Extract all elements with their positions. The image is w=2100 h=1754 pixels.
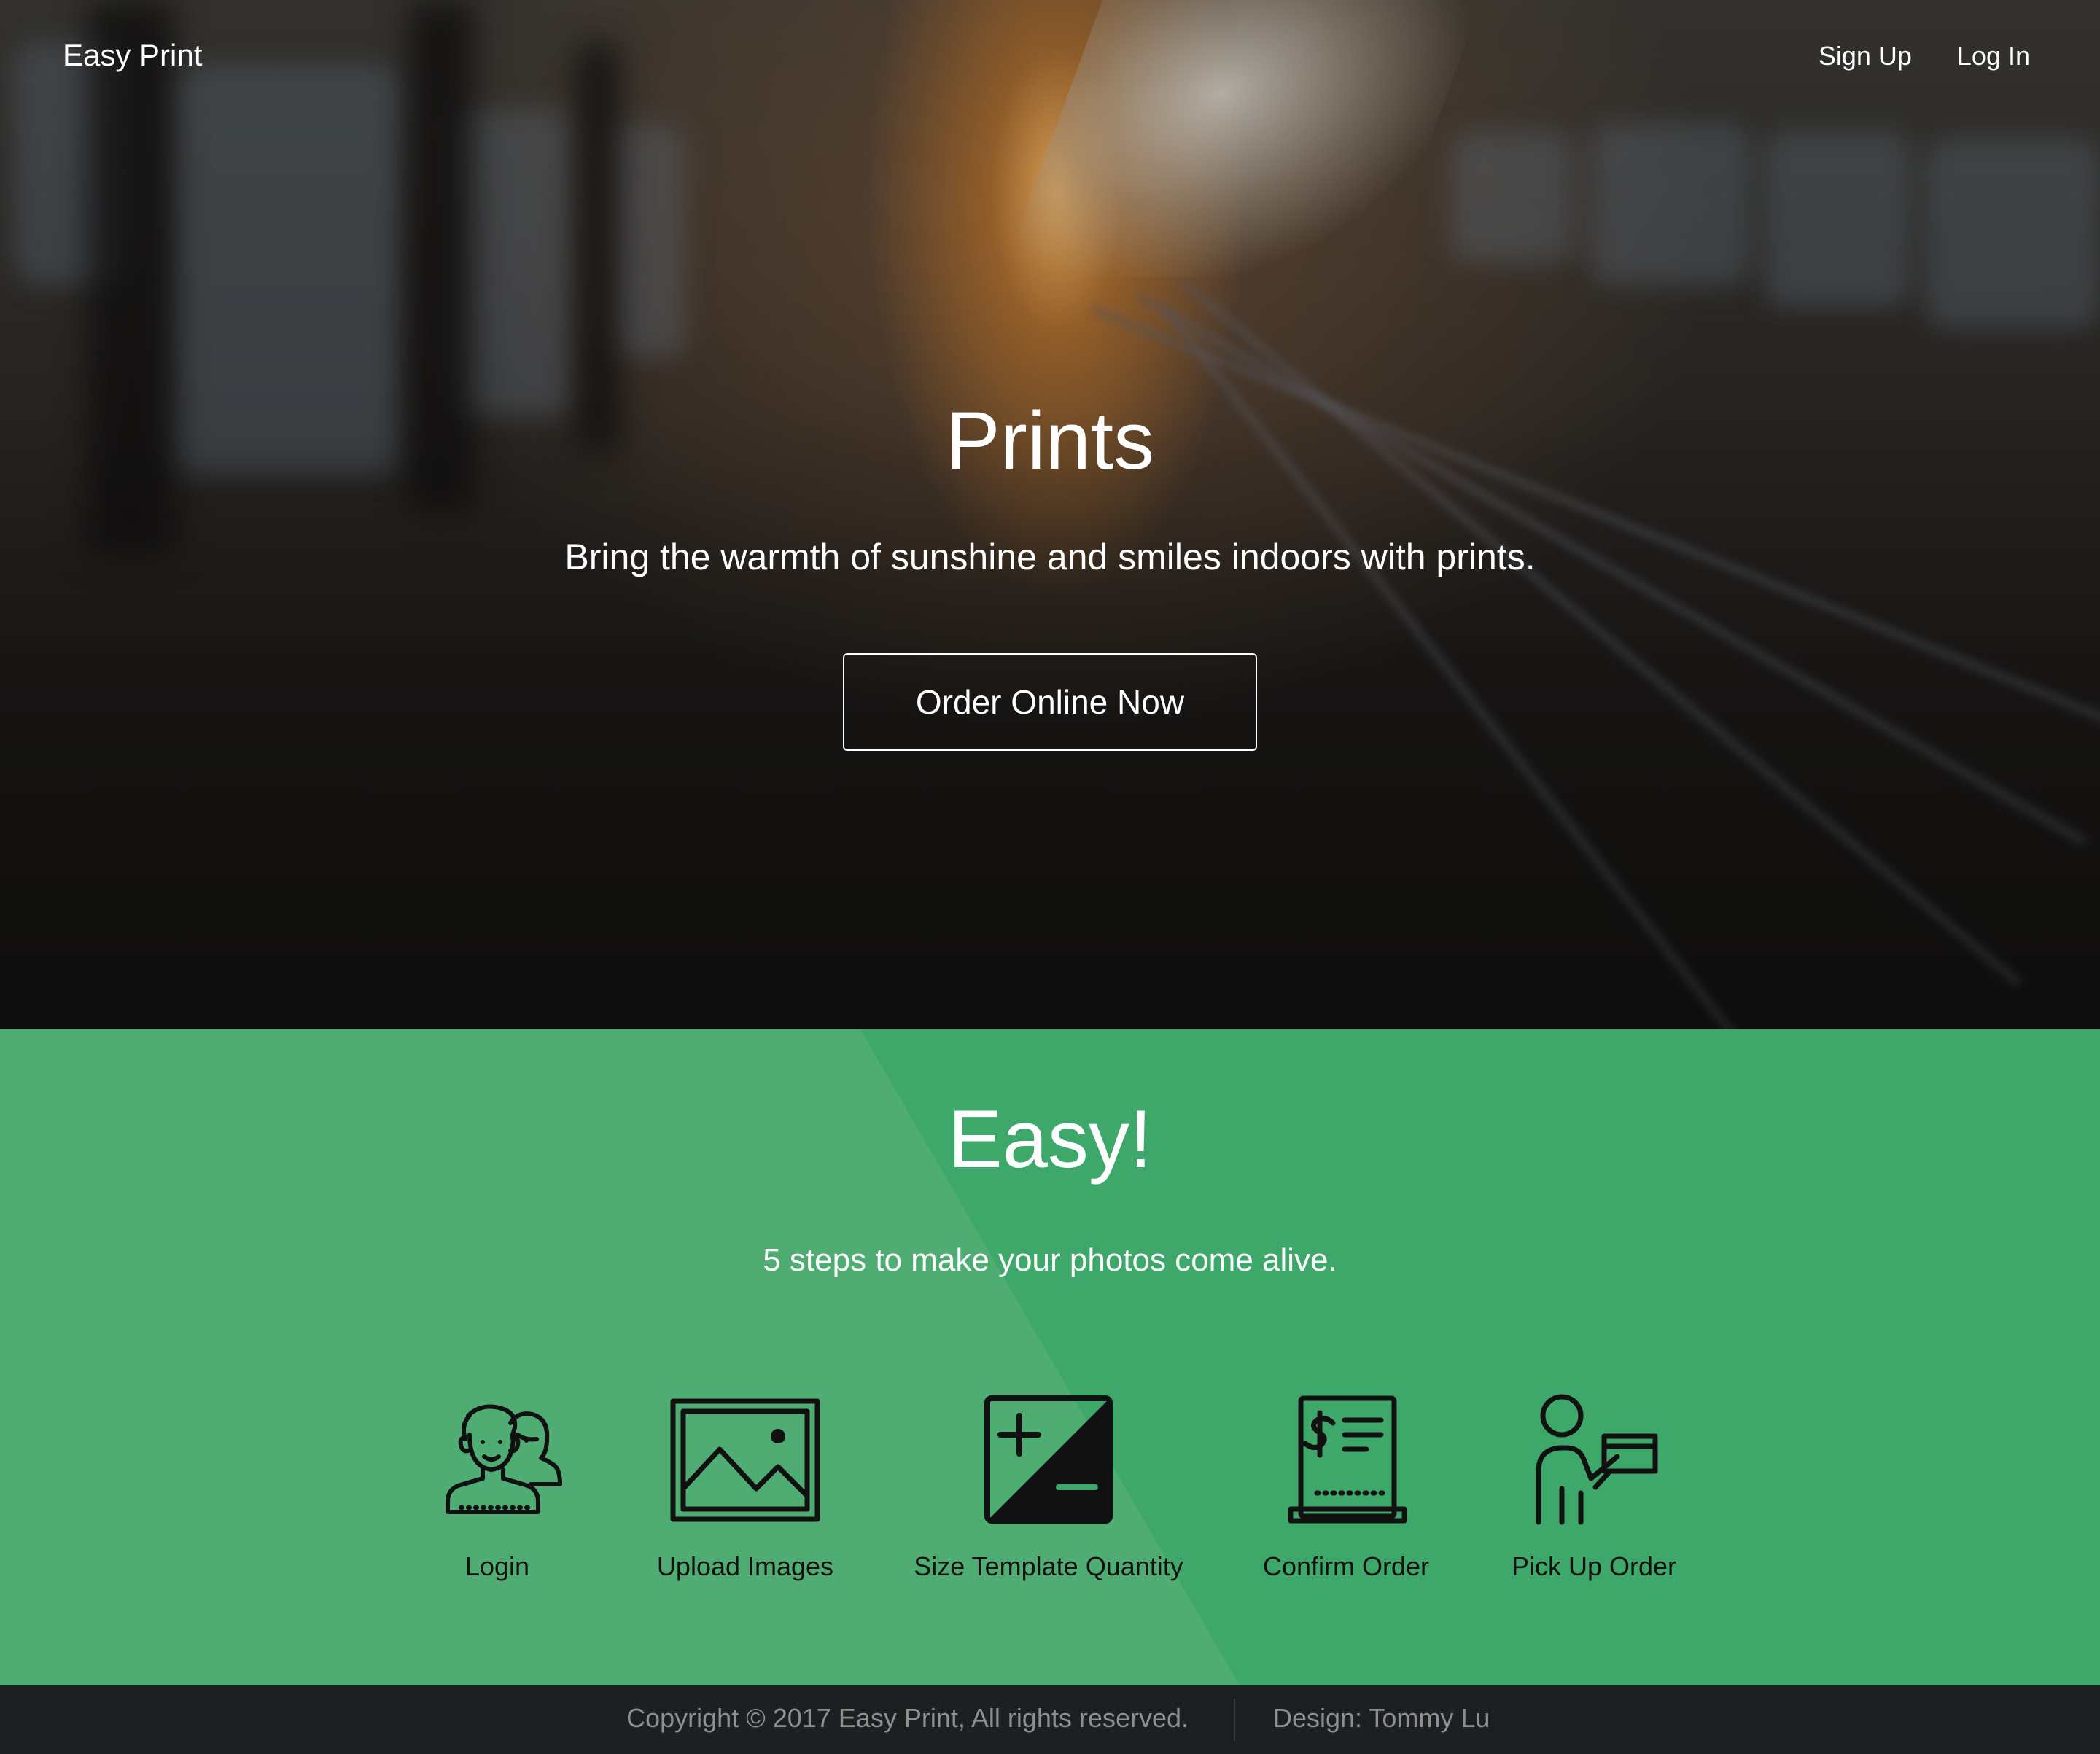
hero-background-shade [0,0,2100,1029]
hero-title: Prints [945,395,1155,486]
step-upload-images[interactable]: Upload Images [592,1387,898,1582]
invoice-icon [1288,1395,1407,1524]
footer: Copyright © 2017 Easy Print, All rights … [0,1685,2100,1754]
step-pick-up-order[interactable]: Pick Up Order [1441,1387,1747,1582]
person-package-icon [1536,1394,1658,1525]
step-label: Pick Up Order [1511,1551,1677,1581]
users-icon [446,1404,562,1514]
top-nav: Sign Up Log In [1819,41,2030,71]
brand-logo[interactable]: Easy Print [63,38,202,73]
order-online-button[interactable]: Order Online Now [843,653,1257,751]
hero-section: Easy Print Sign Up Log In Prints Bring t… [0,0,2100,1029]
steps-section: Easy! 5 steps to make your photos come a… [0,1029,2100,1685]
step-label: Size Template Quantity [914,1551,1183,1581]
footer-separator [1234,1699,1235,1741]
image-frame-icon [670,1398,820,1522]
signup-link[interactable]: Sign Up [1819,41,1912,71]
steps-title: Easy! [947,1094,1153,1185]
hero-subtitle: Bring the warmth of sunshine and smiles … [564,537,1536,577]
plus-minus-icon [984,1395,1113,1524]
steps-subtitle: 5 steps to make your photos come alive. [763,1242,1337,1278]
step-size-template-quantity[interactable]: Size Template Quantity [895,1387,1202,1582]
login-link[interactable]: Log In [1957,41,2030,71]
step-label: Upload Images [656,1551,834,1581]
footer-design-credit: Design: Tommy Lu [1273,1703,1490,1733]
footer-copyright: Copyright © 2017 Easy Print, All rights … [626,1703,1189,1733]
